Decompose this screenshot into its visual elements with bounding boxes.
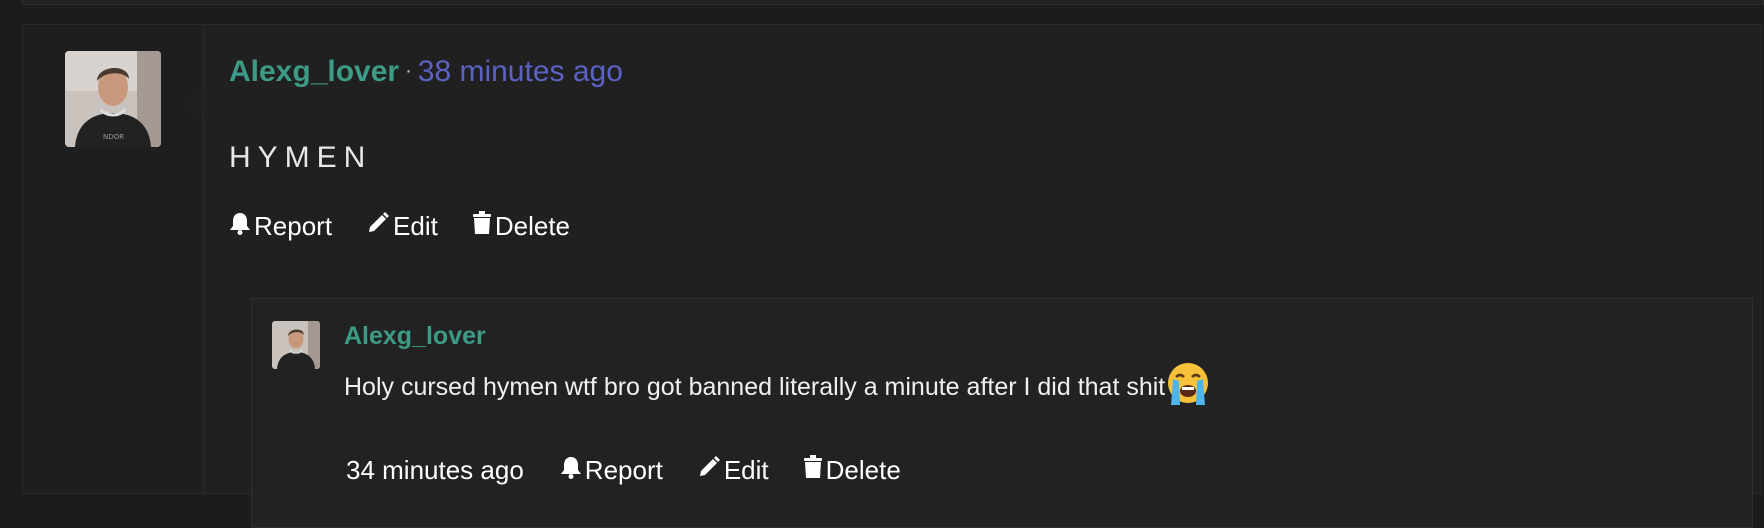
trash-icon (472, 211, 495, 242)
username-link[interactable]: Alexg_lover (229, 55, 399, 88)
separator-dot: · (405, 60, 412, 82)
reply-username-link[interactable]: Alexg_lover (344, 322, 486, 351)
reply-actions: 34 minutes ago Report Edit Delete (346, 455, 935, 486)
reply-timestamp[interactable]: 34 minutes ago (346, 455, 524, 486)
comment-actions: Report Edit Delete (229, 211, 604, 242)
delete-button[interactable]: Delete (472, 211, 570, 242)
reply-edit-button[interactable]: Edit (697, 455, 769, 486)
crying-face-icon (1165, 361, 1211, 414)
pencil-icon (697, 455, 724, 486)
reply-delete-label: Delete (825, 455, 901, 485)
avatar[interactable]: NDOR (65, 51, 161, 147)
speech-arrow (183, 85, 203, 121)
reply-card: Alexg_lover Holy cursed hymen wtf bro go… (251, 298, 1753, 528)
reply-body: Holy cursed hymen wtf bro got banned lit… (344, 361, 1211, 414)
report-label: Report (254, 211, 333, 241)
previous-post-edge (22, 0, 1764, 5)
bell-icon (229, 211, 254, 242)
timestamp-link[interactable]: 38 minutes ago (418, 55, 623, 88)
edit-button[interactable]: Edit (366, 211, 438, 242)
reply-avatar[interactable] (272, 321, 320, 369)
reply-edit-label: Edit (723, 455, 769, 485)
comment-card: NDOR Alexg_lover · 38 minutes ago HYMEN Re… (22, 24, 1762, 528)
reply-report-label: Report (584, 455, 663, 485)
bell-icon (560, 455, 585, 486)
reply-delete-button[interactable]: Delete (803, 455, 901, 486)
avatar-column: NDOR (23, 25, 204, 493)
edit-label: Edit (393, 211, 438, 241)
delete-label: Delete (494, 211, 571, 241)
trash-icon (803, 455, 826, 486)
comment-body: HYMEN (229, 141, 373, 174)
reply-report-button[interactable]: Report (560, 455, 663, 486)
pencil-icon (366, 211, 393, 242)
comment-meta: Alexg_lover · 38 minutes ago (229, 55, 623, 89)
reply-text: Holy cursed hymen wtf bro got banned lit… (344, 373, 1166, 401)
svg-text:NDOR: NDOR (103, 133, 124, 141)
report-button[interactable]: Report (229, 211, 332, 242)
